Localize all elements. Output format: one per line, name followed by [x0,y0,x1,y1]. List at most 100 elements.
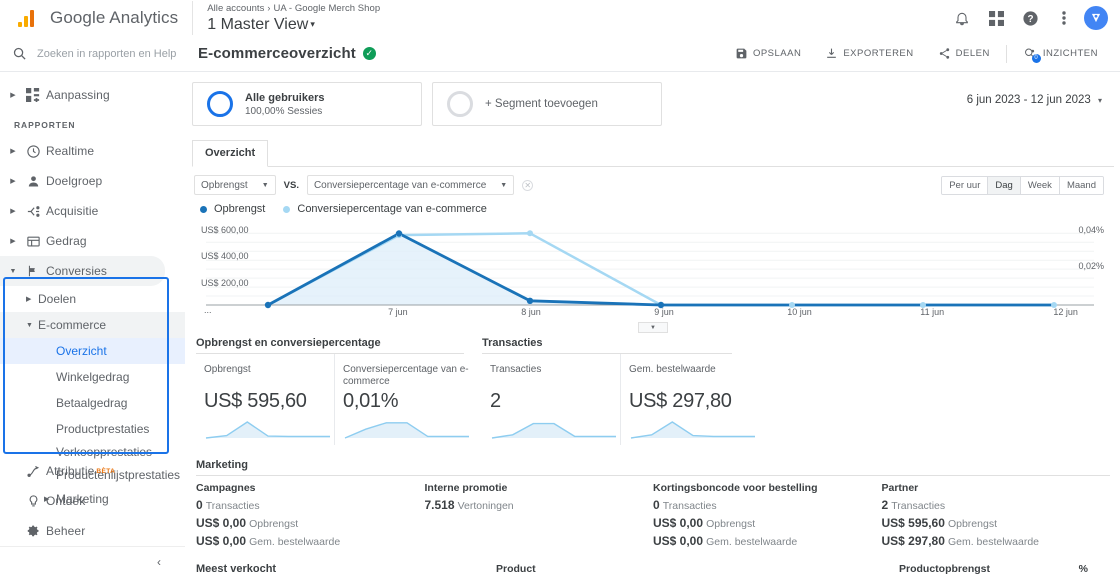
clear-secondary-metric-button[interactable]: ✕ [522,179,534,191]
chevron-down-icon: ▼ [261,181,269,189]
view-name[interactable]: 1 Master View ▾ [207,15,380,34]
breadcrumb-property[interactable]: UA - Google Merch Shop [273,3,380,14]
marketing-stat-value: 2 [881,498,889,512]
marketing-stat-value: US$ 595,60 [881,516,945,530]
save-button[interactable]: OPSLAAN [723,47,813,60]
sparkline [490,418,620,445]
overview-metric-panels: Opbrengst en conversiepercentage Opbreng… [186,337,1120,445]
brand-title: Google Analytics [50,8,179,27]
secondary-metric-select[interactable]: Conversiepercentage van e-commerce ▼ [306,175,515,195]
metric-card-conversiepercentage[interactable]: Conversiepercentage van e-commerce 0,01% [335,354,473,445]
attribution-icon [20,464,46,479]
panel-title: Opbrengst en conversiepercentage [196,337,464,354]
primary-metric-value: Opbrengst [201,179,248,191]
granularity-per-uur[interactable]: Per uur [942,176,989,194]
metric-card-transacties[interactable]: Transacties 2 [482,354,621,445]
sidebar-collapse-button[interactable]: ‹ [0,546,185,576]
sidebar-item-attributie[interactable]: Attributie BÈTA [0,456,185,486]
search-input[interactable]: Zoeken in rapporten en Help [0,36,186,71]
metric-card-opbrengst[interactable]: Opbrengst US$ 595,60 [196,354,335,445]
sidebar-item-aanpassing[interactable]: ▶ Aanpassing [0,80,185,110]
sidebar-item-realtime[interactable]: ▶ Realtime [0,136,185,166]
sidebar-item-productprestaties[interactable]: Productprestaties [0,416,185,442]
granularity-maand[interactable]: Maand [1059,176,1103,194]
breadcrumb-all-accounts[interactable]: Alle accounts [207,3,264,14]
metric-value: US$ 297,80 [629,390,732,412]
person-icon [20,174,46,189]
export-button[interactable]: EXPORTEREN [813,47,925,60]
report-actions: OPSLAAN EXPORTEREN DELEN 0 INZICHTEN [723,44,1120,63]
sidebar-item-doelgroep[interactable]: ▶ Doelgroep [0,166,185,196]
sidebar-item-beheer[interactable]: Beheer [0,516,185,546]
search-placeholder: Zoeken in rapporten en Help [37,47,177,60]
share-button[interactable]: DELEN [926,47,1002,60]
legend-item-opbrengst[interactable]: Opbrengst [200,203,265,215]
sidebar-item-label: Doelen [38,292,77,306]
marketing-stat: US$ 0,00 Opbrengst [196,515,425,533]
marketing-stat-label: Gem. bestelwaarde [706,536,798,548]
chevron-right-icon: ▶ [10,148,16,155]
marketing-columns: Campagnes 0 Transacties US$ 0,00 Opbrengst… [196,482,1110,551]
marketing-stat-label: Gem. bestelwaarde [249,536,341,548]
table-header: Product Productopbrengst % Productopbren… [496,563,1110,576]
legend-item-conversiepercentage[interactable]: Conversiepercentage van e-commerce [283,203,487,215]
beta-badge: BÈTA [96,467,116,475]
marketing-column-header: Partner [881,482,919,494]
segment-ring-empty-icon [447,91,473,117]
sidebar-item-ontdek[interactable]: Ontdek [0,486,185,516]
save-label: OPSLAAN [752,48,802,59]
breadcrumb: Alle accounts › UA - Google Merch Shop [207,2,380,15]
insights-button[interactable]: 0 INZICHTEN [1011,47,1110,63]
account-selector[interactable]: Alle accounts › UA - Google Merch Shop 1 M… [207,2,380,34]
notifications-bell-icon[interactable] [948,4,976,32]
sidebar-item-winkelgedrag[interactable]: Winkelgedrag [0,364,185,390]
column-header-pct: % Productopbrengst [997,563,1088,576]
y-axis-tick-right-004: 0,04% [1078,225,1104,235]
chevron-right-icon: ▶ [26,296,32,303]
chart-svg [206,230,1094,309]
marketing-stat-value: 0 [196,498,203,512]
avatar[interactable] [1084,6,1108,30]
sidebar-item-ecommerce[interactable]: ▼ E-commerce [0,312,185,338]
marketing-stat-label: Gem. bestelwaarde [947,536,1039,548]
marketing-column: Campagnes 0 Transacties US$ 0,00 Opbrengst… [196,482,425,551]
marketing-column: Kortingsboncode voor bestelling 0 Transac… [653,482,882,551]
chevron-right-icon: ▶ [10,238,16,245]
behavior-icon [20,234,46,249]
primary-metric-select[interactable]: Opbrengst ▼ [194,175,276,195]
metric-card-gem-bestelwaarde[interactable]: Gem. bestelwaarde US$ 297,80 [621,354,759,445]
granularity-week[interactable]: Week [1020,176,1060,194]
chevron-down-icon: ▾ [1097,96,1102,105]
metric-label: Conversiepercentage van e-commerce [343,364,469,387]
sidebar-item-label: Gedrag [46,234,87,248]
sidebar-item-gedrag[interactable]: ▶ Gedrag [0,226,185,256]
sidebar-item-conversies[interactable]: ▼ Conversies [0,256,165,286]
sparkline [629,418,759,445]
sidebar-item-betaalgedrag[interactable]: Betaalgedrag [0,390,185,416]
marketing-section: Marketing Campagnes 0 Transacties US$ 0,00… [186,459,1120,551]
segment-all-users[interactable]: Alle gebruikers 100,00% Sessies [192,82,422,126]
metric-cards: Transacties 2 Gem. bestelwaarde US$ 297,… [482,354,755,445]
x-axis-tick: 11 jun [920,307,945,317]
add-segment-button[interactable]: + Segment toevoegen [432,82,662,126]
marketing-stat-label: Transacties [891,500,946,512]
sidebar-item-overzicht[interactable]: Overzicht [0,338,185,364]
sidebar-item-label: Aanpassing [46,88,110,102]
sidebar-item-label: Productprestaties [56,422,150,436]
share-label: DELEN [955,48,990,59]
vs-label: VS. [283,179,299,191]
insights-badge: 0 [1031,53,1041,63]
more-options-icon[interactable] [1050,4,1078,32]
apps-grid-icon[interactable] [982,4,1010,32]
chart-expand-button[interactable]: ▼ [638,322,668,333]
tab-overzicht[interactable]: Overzicht [192,140,269,167]
granularity-dag[interactable]: Dag [988,176,1021,194]
timeseries-chart[interactable]: US$ 600,00 US$ 400,00 US$ 200,00 0,04% 0… [196,221,1110,333]
sidebar-item-doelen[interactable]: ▶ Doelen [0,286,185,312]
sidebar-item-acquisitie[interactable]: ▶ Acquisitie [0,196,185,226]
sidebar: ▶ Aanpassing RAPPORTEN ▶ Realtime ▶ Doel… [0,72,186,576]
ga-app: Google Analytics Alle accounts › UA - Goog… [0,0,1120,576]
help-icon[interactable]: ? [1016,4,1044,32]
date-range-picker[interactable]: 6 jun 2023 - 12 jun 2023 ▾ [967,82,1106,106]
metric-label: Transacties [490,364,542,375]
